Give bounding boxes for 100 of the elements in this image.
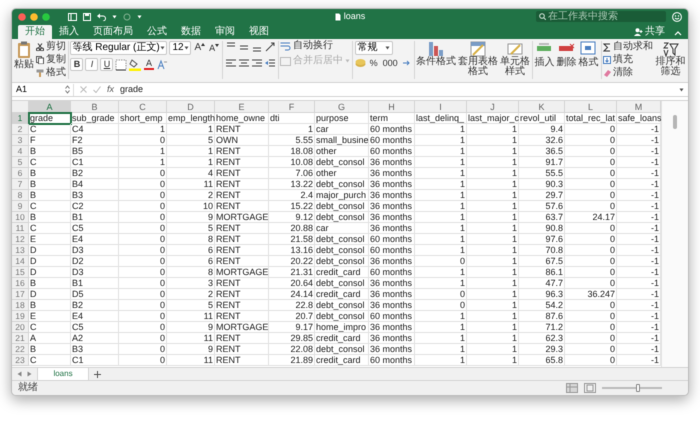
table-cell[interactable]: 0 [565,179,617,190]
number-style-button[interactable]: % [368,58,379,68]
row-header[interactable]: 19 [12,311,29,322]
table-cell[interactable]: A2 [71,333,119,344]
table-cell[interactable]: 22.08 [269,344,315,355]
table-cell[interactable]: D [29,245,71,256]
table-cell[interactable]: 0 [119,278,167,289]
table-cell[interactable]: 0 [119,256,167,267]
table-cell[interactable]: C1 [71,355,119,366]
table-cell[interactable]: 32.6 [519,135,565,146]
table-cell[interactable]: 2.4 [269,190,315,201]
table-cell[interactable]: 60 months [369,135,415,146]
italic-button[interactable]: I [85,58,98,71]
table-cell[interactable]: debt_consol [315,201,369,212]
table-cell[interactable]: debt_consol [315,300,369,311]
table-cell[interactable]: 1 [415,157,467,168]
table-cell[interactable]: C [29,322,71,333]
table-cell[interactable]: D3 [71,267,119,278]
table-cell[interactable]: 1 [415,322,467,333]
table-cell[interactable]: 1 [415,245,467,256]
sort-filter-button[interactable]: 排序和筛选 [655,41,686,77]
table-cell[interactable]: 24.17 [565,212,617,223]
cells-button[interactable]: 删除 [556,41,577,68]
table-cell[interactable]: 9.12 [269,212,315,223]
grow-font-button[interactable]: A [193,43,206,53]
table-cell[interactable]: 60 months [369,267,415,278]
table-cell[interactable]: RENT [215,311,269,322]
table-cell[interactable]: 20.88 [269,223,315,234]
row-header[interactable]: 6 [12,168,29,179]
undo-icon[interactable] [97,12,106,20]
table-cell[interactable]: 60 months [369,146,415,157]
table-cell[interactable]: 96.3 [519,289,565,300]
table-cell[interactable]: debt_consol [315,245,369,256]
column-header[interactable]: A [29,101,71,113]
table-cell[interactable]: 0 [119,300,167,311]
row-header[interactable]: 22 [12,344,29,355]
column-header[interactable]: I [415,101,467,113]
table-cell[interactable]: 36.247 [565,289,617,300]
column-header[interactable]: L [565,101,617,113]
table-cell[interactable]: C5 [71,223,119,234]
table-cell[interactable]: D [29,267,71,278]
table-cell[interactable]: 21.31 [269,267,315,278]
table-cell[interactable]: 60 months [369,311,415,322]
column-header[interactable]: B [71,101,119,113]
row-header[interactable]: 15 [12,267,29,278]
border-icon[interactable] [115,58,128,70]
table-cell[interactable]: B2 [71,168,119,179]
table-cell[interactable]: 1 [415,168,467,179]
table-cell[interactable]: 0 [415,289,467,300]
row-header[interactable]: 20 [12,322,29,333]
table-cell[interactable]: B5 [71,146,119,157]
row-header[interactable]: 9 [12,201,29,212]
table-cell[interactable]: emp_length [167,113,215,124]
column-header[interactable]: E [215,101,269,113]
table-cell[interactable]: 9 [167,212,215,223]
table-cell[interactable]: 18.08 [269,146,315,157]
table-cell[interactable]: 1 [119,124,167,135]
table-cell[interactable]: 1 [415,201,467,212]
table-cell[interactable]: 11 [167,179,215,190]
table-cell[interactable]: D [29,289,71,300]
row-header[interactable]: 1 [12,113,29,124]
table-cell[interactable]: 1 [467,157,519,168]
table-cell[interactable]: 1 [415,333,467,344]
table-cell[interactable]: C [29,223,71,234]
underline-button[interactable]: U [100,58,114,71]
table-cell[interactable]: 1 [467,245,519,256]
table-cell[interactable]: 1 [415,135,467,146]
table-cell[interactable]: 0 [119,289,167,300]
table-cell[interactable]: 0 [565,124,617,135]
table-cell[interactable]: 29.85 [269,333,315,344]
table-cell[interactable]: 36 months [369,223,415,234]
table-cell[interactable]: term [369,113,415,124]
table-cell[interactable]: 86.1 [519,267,565,278]
table-cell[interactable]: 1 [415,212,467,223]
table-cell[interactable]: 1 [467,267,519,278]
clipboard-button[interactable]: 格式 [36,67,66,79]
table-cell[interactable]: RENT [215,344,269,355]
table-cell[interactable]: total_rec_lat [565,113,617,124]
row-header[interactable]: 4 [12,146,29,157]
table-cell[interactable]: 1 [467,190,519,201]
ribbon-tab[interactable]: 开始 [18,25,52,39]
table-cell[interactable]: 24.14 [269,289,315,300]
table-cell[interactable]: RENT [215,146,269,157]
table-cell[interactable]: MORTGAGE [215,322,269,333]
table-cell[interactable]: dti [269,113,315,124]
table-cell[interactable]: 5 [167,135,215,146]
table-cell[interactable]: 36 months [369,278,415,289]
formula-input[interactable]: grade [120,85,673,94]
font-color-button[interactable]: A [143,59,154,70]
table-cell[interactable]: 1 [119,146,167,157]
table-cell[interactable]: 0 [565,168,617,179]
table-cell[interactable]: credit_card [315,289,369,300]
column-header[interactable]: G [315,101,369,113]
table-cell[interactable]: MORTGAGE [215,267,269,278]
table-cell[interactable]: 36 months [369,157,415,168]
table-cell[interactable]: 11 [167,311,215,322]
table-cell[interactable]: C [29,355,71,366]
number-format-dropdown[interactable]: 常规 [354,41,393,55]
row-header[interactable]: 13 [12,245,29,256]
table-cell[interactable]: 1 [467,278,519,289]
